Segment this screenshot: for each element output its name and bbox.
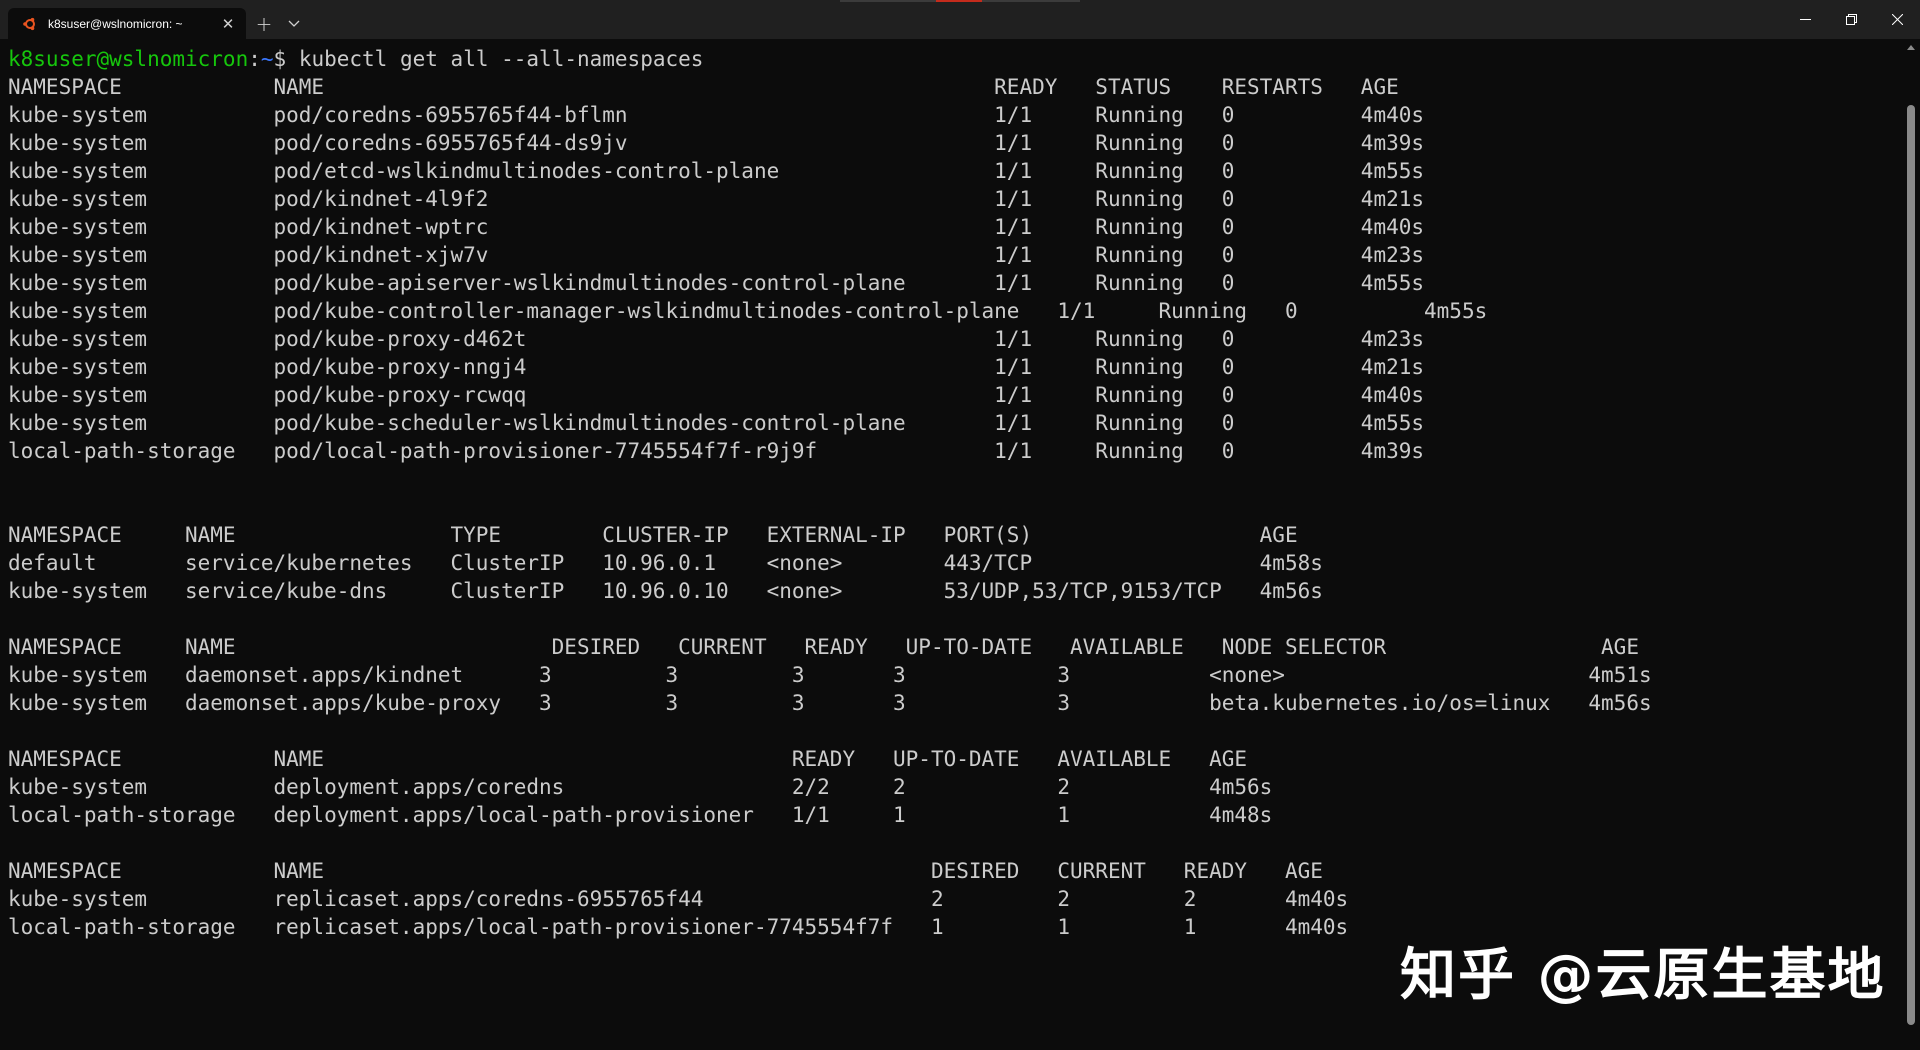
prompt-path: ~	[260, 47, 274, 71]
pod-row: kube-system pod/coredns-6955765f44-ds9jv…	[8, 131, 1425, 155]
chevron-down-icon[interactable]	[282, 8, 306, 39]
replicaset-row: kube-system replicaset.apps/coredns-6955…	[8, 887, 1349, 911]
service-row: default service/kubernetes ClusterIP 10.…	[8, 551, 1323, 575]
daemonset-row: kube-system daemonset.apps/kindnet 3 3 3…	[8, 663, 1652, 687]
pod-row: kube-system pod/kindnet-wptrc 1/1 Runnin…	[8, 215, 1425, 239]
service-row: kube-system service/kube-dns ClusterIP 1…	[8, 579, 1323, 603]
pod-row: kube-system pod/kube-controller-manager-…	[8, 299, 1488, 323]
services-header: NAMESPACE NAME TYPE CLUSTER-IP EXTERNAL-…	[8, 523, 1298, 547]
title-bar: k8suser@wslnomicron: ~ ✕ +	[0, 0, 1920, 39]
scroll-up-icon[interactable]	[1902, 39, 1920, 55]
command-text: kubectl get all --all-namespaces	[298, 47, 704, 71]
new-tab-button[interactable]: +	[246, 8, 282, 39]
tab-terminal[interactable]: k8suser@wslnomicron: ~ ✕	[8, 8, 246, 39]
minimize-icon[interactable]	[1782, 0, 1828, 39]
prompt-symbol: $	[273, 47, 299, 71]
pod-row: kube-system pod/kube-proxy-rcwqq 1/1 Run…	[8, 383, 1425, 407]
tab-title: k8suser@wslnomicron: ~	[48, 16, 183, 31]
pod-row: local-path-storage pod/local-path-provis…	[8, 439, 1425, 463]
watermark: 知乎 @云原生基地	[1400, 943, 1886, 1008]
daemonsets-header: NAMESPACE NAME DESIRED CURRENT READY UP-…	[8, 635, 1639, 659]
pod-row: kube-system pod/kube-proxy-nngj4 1/1 Run…	[8, 355, 1425, 379]
ubuntu-icon	[22, 16, 38, 32]
deployment-row: kube-system deployment.apps/coredns 2/2 …	[8, 775, 1273, 799]
deployments-header: NAMESPACE NAME READY UP-TO-DATE AVAILABL…	[8, 747, 1248, 771]
pods-header: NAMESPACE NAME READY STATUS RESTARTS AGE	[8, 75, 1399, 99]
pod-row: kube-system pod/kube-apiserver-wslkindmu…	[8, 271, 1425, 295]
scroll-thumb[interactable]	[1907, 105, 1915, 1025]
pod-row: kube-system pod/coredns-6955765f44-bflmn…	[8, 103, 1425, 127]
terminal-area[interactable]: k8suser@wslnomicron:~$ kubectl get all -…	[0, 39, 1902, 1050]
replicasets-header: NAMESPACE NAME DESIRED CURRENT READY AGE	[8, 859, 1323, 883]
prompt-separator: :	[248, 47, 261, 71]
daemonset-row: kube-system daemonset.apps/kube-proxy 3 …	[8, 691, 1652, 715]
deployment-row: local-path-storage deployment.apps/local…	[8, 803, 1273, 827]
close-tab-icon[interactable]: ✕	[220, 16, 236, 32]
pod-row: kube-system pod/kindnet-4l9f2 1/1 Runnin…	[8, 187, 1425, 211]
close-window-icon[interactable]	[1874, 0, 1920, 39]
vertical-scrollbar[interactable]	[1902, 39, 1920, 1050]
prompt-user-host: k8suser@wslnomicron	[8, 47, 249, 71]
pod-row: kube-system pod/kube-proxy-d462t 1/1 Run…	[8, 327, 1425, 351]
restore-icon[interactable]	[1828, 0, 1874, 39]
pod-row: kube-system pod/kindnet-xjw7v 1/1 Runnin…	[8, 243, 1425, 267]
window-controls	[1782, 0, 1920, 39]
pod-row: kube-system pod/etcd-wslkindmultinodes-c…	[8, 159, 1425, 183]
terminal-output: k8suser@wslnomicron:~$ kubectl get all -…	[8, 45, 1652, 941]
drag-indicator	[840, 0, 1080, 2]
pod-row: kube-system pod/kube-scheduler-wslkindmu…	[8, 411, 1425, 435]
command-line: k8suser@wslnomicron:~$ kubectl get all -…	[8, 45, 1652, 73]
